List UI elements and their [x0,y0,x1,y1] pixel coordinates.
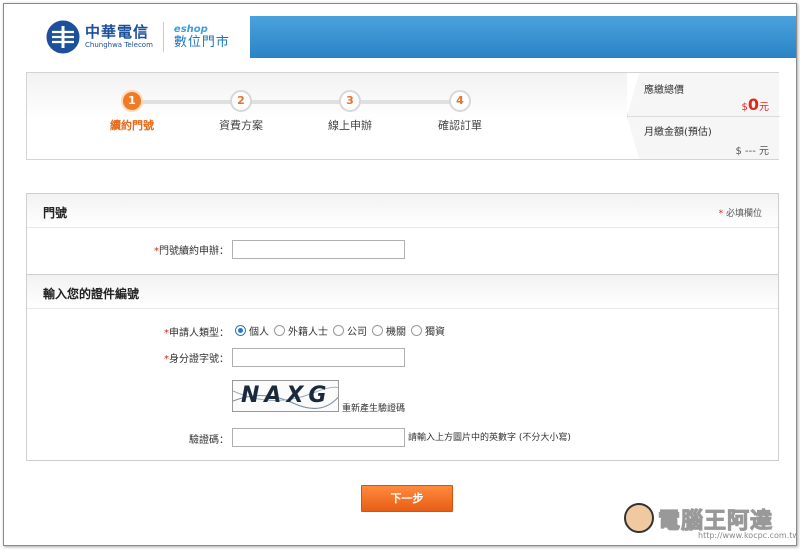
chunghwa-logo-icon [46,20,80,54]
applicant-type-label-text: 申請人類型： [169,328,229,339]
step-1: 1 續約門號 [92,90,172,133]
step-2-number: 2 [230,90,252,112]
applicant-type-radio-group: 個人 外籍人士 公司 機關 獨資 [233,323,448,338]
captcha-label: 驗證碼： [189,435,229,446]
step-4-label: 確認訂單 [438,119,482,132]
captcha-text: NAXG [241,383,332,408]
monthly-price-value: $ --- 元 [735,146,769,157]
phone-label: *門號續約申辦： [69,242,229,257]
site-logo[interactable]: 中華電信 Chunghwa Telecom eshop 數位門市 [46,16,250,58]
header-blue-bar [250,16,796,58]
radio-agency[interactable] [372,325,383,336]
monthly-price-label: 月繳金額(預估) [644,127,712,138]
refresh-captcha-link[interactable]: 重新產生驗證碼 [342,401,405,414]
brand-name: 中華電信 Chunghwa Telecom [85,24,153,50]
step-3-label: 線上申辦 [328,119,372,132]
radio-foreigner-label[interactable]: 外籍人士 [288,323,328,338]
phone-number-input[interactable] [232,240,405,259]
eshop-en: eshop [173,23,208,35]
eshop-cn: 數位門市 [173,34,230,50]
step-1-number: 1 [121,90,143,112]
phone-label-text: 門號續約申辦： [159,246,229,257]
watermark-face-icon [624,503,654,533]
radio-foreigner[interactable] [274,325,285,336]
section-id-header: 輸入您的證件編號 [27,275,778,309]
price-summary: 應繳總價 $0元 月繳金額(預估) $ --- 元 [627,73,780,159]
section-phone-header: 門號 * 必填欄位 [27,194,778,228]
step-2-label: 資費方案 [219,119,263,132]
required-note: * 必填欄位 [719,206,762,219]
captcha-image: NAXG [232,380,339,412]
section-id-title: 輸入您的證件編號 [43,287,140,301]
id-number-input[interactable] [232,348,405,367]
brand-name-en: Chunghwa Telecom [85,41,153,49]
next-step-button[interactable]: 下一步 [361,485,453,512]
applicant-type-label: *申請人類型： [69,324,229,339]
step-3: 3 線上申辦 [310,90,390,133]
step-1-label: 續約門號 [110,119,154,132]
logo-divider [162,22,164,52]
eshop-label: eshop 數位門市 [174,24,230,51]
application-form: 門號 * 必填欄位 *門號續約申辦： 輸入您的證件編號 *申請人類型： 個人 外… [26,193,779,461]
id-number-label: *身分證字號： [69,350,229,365]
required-note-text: 必填欄位 [725,209,762,219]
radio-sole-proprietor-label[interactable]: 獨資 [425,323,445,338]
radio-individual[interactable] [235,325,246,336]
browser-page: 中華電信 Chunghwa Telecom eshop 數位門市 1 續約門號 … [3,3,797,546]
steps-track [127,100,467,104]
price-notch-top [627,73,639,116]
watermark-url: http://www.kocpc.com.tw [698,531,797,540]
id-number-label-text: 身分證字號： [169,354,229,365]
step-2: 2 資費方案 [201,90,281,133]
captcha-hint: 請輸入上方圖片中的英數字 (不分大小寫) [408,433,571,443]
total-price-amount: 0 [747,95,759,114]
radio-agency-label[interactable]: 機關 [386,323,406,338]
required-mark: * [718,209,724,219]
radio-sole-proprietor[interactable] [411,325,422,336]
step-4: 4 確認訂單 [420,90,500,133]
step-4-number: 4 [449,90,471,112]
price-notch-bottom [627,116,639,159]
radio-company[interactable] [333,325,344,336]
radio-individual-label[interactable]: 個人 [249,323,269,338]
total-price-value: $0元 [741,95,769,114]
total-price-label: 應繳總價 [644,85,684,96]
radio-company-label[interactable]: 公司 [347,323,367,338]
section-phone-title: 門號 [43,206,68,220]
captcha-input[interactable] [232,428,405,447]
price-divider [628,116,780,117]
step-3-number: 3 [339,90,361,112]
watermark: 電腦王阿達 http://www.kocpc.com.tw [624,501,797,545]
total-price-unit: 元 [759,102,769,113]
site-header: 中華電信 Chunghwa Telecom eshop 數位門市 [4,4,796,59]
progress-steps-panel: 1 續約門號 2 資費方案 3 線上申辦 4 確認訂單 應繳總價 $0元 月繳金… [26,72,780,160]
brand-name-cn: 中華電信 [85,23,150,41]
